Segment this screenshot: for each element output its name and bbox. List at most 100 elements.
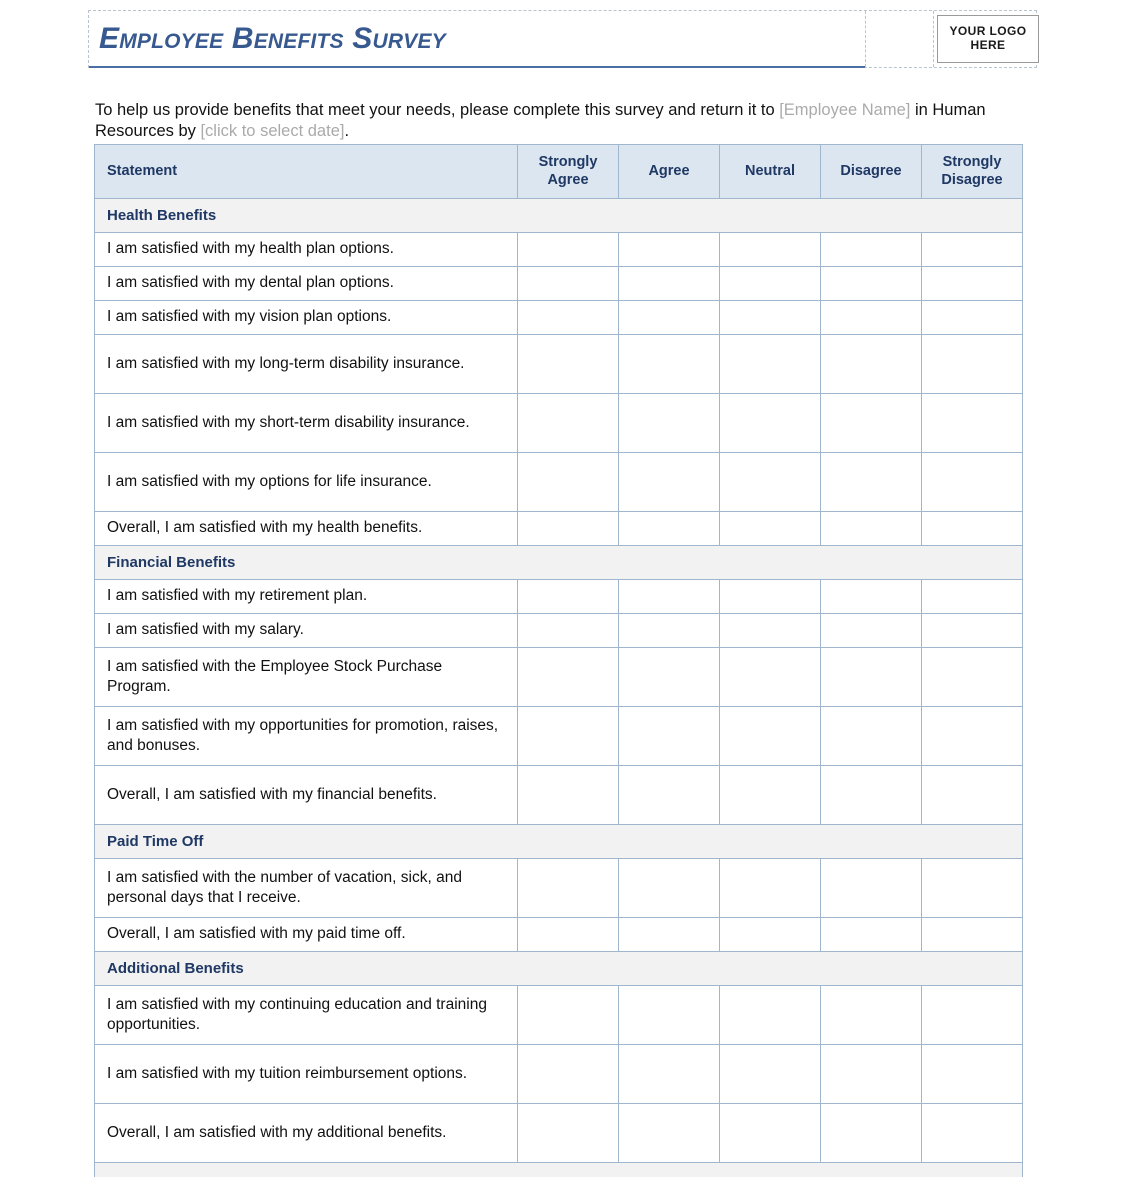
- answer-cell-neutral[interactable]: [720, 986, 821, 1045]
- answer-cell-strongly-disagree[interactable]: [922, 267, 1023, 301]
- answer-cell-agree[interactable]: [619, 648, 720, 707]
- answer-cell-agree[interactable]: [619, 512, 720, 546]
- logo-placeholder-box[interactable]: YOUR LOGO HERE: [937, 15, 1039, 63]
- answer-cell-neutral[interactable]: [720, 1104, 821, 1163]
- answer-cell-strongly-agree[interactable]: [518, 614, 619, 648]
- answer-cell-strongly-disagree[interactable]: [922, 335, 1023, 394]
- answer-cell-strongly-agree[interactable]: [518, 267, 619, 301]
- answer-cell-neutral[interactable]: [720, 512, 821, 546]
- answer-cell-strongly-agree[interactable]: [518, 918, 619, 952]
- answer-cell-neutral[interactable]: [720, 918, 821, 952]
- answer-cell-disagree[interactable]: [821, 1045, 922, 1104]
- section-header-cell: Additional Benefits: [95, 952, 1023, 986]
- logo-line-1: YOUR LOGO: [950, 25, 1027, 39]
- answer-cell-strongly-agree[interactable]: [518, 1104, 619, 1163]
- answer-cell-disagree[interactable]: [821, 648, 922, 707]
- statement-cell: I am satisfied with the number of vacati…: [95, 859, 518, 918]
- answer-cell-strongly-disagree[interactable]: [922, 707, 1023, 766]
- answer-cell-neutral[interactable]: [720, 648, 821, 707]
- answer-cell-neutral[interactable]: [720, 233, 821, 267]
- logo-cell[interactable]: YOUR LOGO HERE: [934, 11, 1042, 67]
- answer-cell-strongly-agree[interactable]: [518, 580, 619, 614]
- answer-cell-disagree[interactable]: [821, 394, 922, 453]
- answer-cell-strongly-agree[interactable]: [518, 453, 619, 512]
- logo-line-2: HERE: [971, 39, 1006, 53]
- answer-cell-disagree[interactable]: [821, 267, 922, 301]
- answer-cell-agree[interactable]: [619, 301, 720, 335]
- date-picker-field[interactable]: [click to select date]: [200, 122, 344, 140]
- answer-cell-strongly-disagree[interactable]: [922, 859, 1023, 918]
- statement-cell: I am satisfied with my health plan optio…: [95, 233, 518, 267]
- answer-cell-disagree[interactable]: [821, 233, 922, 267]
- employee-name-field[interactable]: [Employee Name]: [779, 101, 910, 119]
- answer-cell-agree[interactable]: [619, 766, 720, 825]
- answer-cell-disagree[interactable]: [821, 614, 922, 648]
- answer-cell-strongly-disagree[interactable]: [922, 580, 1023, 614]
- answer-cell-strongly-disagree[interactable]: [922, 512, 1023, 546]
- answer-cell-agree[interactable]: [619, 986, 720, 1045]
- answer-cell-strongly-agree[interactable]: [518, 335, 619, 394]
- answer-cell-agree[interactable]: [619, 859, 720, 918]
- answer-cell-neutral[interactable]: [720, 267, 821, 301]
- answer-cell-neutral[interactable]: [720, 766, 821, 825]
- answer-cell-strongly-disagree[interactable]: [922, 301, 1023, 335]
- answer-cell-strongly-agree[interactable]: [518, 707, 619, 766]
- answer-cell-strongly-agree[interactable]: [518, 648, 619, 707]
- section-title: Health Benefits: [95, 207, 216, 224]
- answer-cell-strongly-agree[interactable]: [518, 986, 619, 1045]
- answer-cell-agree[interactable]: [619, 707, 720, 766]
- answer-cell-disagree[interactable]: [821, 707, 922, 766]
- answer-cell-neutral[interactable]: [720, 1045, 821, 1104]
- answer-cell-strongly-disagree[interactable]: [922, 648, 1023, 707]
- answer-cell-strongly-disagree[interactable]: [922, 614, 1023, 648]
- intro-paragraph: To help us provide benefits that meet yo…: [95, 100, 1025, 144]
- answer-cell-disagree[interactable]: [821, 512, 922, 546]
- answer-cell-neutral[interactable]: [720, 580, 821, 614]
- answer-cell-agree[interactable]: [619, 918, 720, 952]
- answer-cell-agree[interactable]: [619, 614, 720, 648]
- answer-cell-neutral[interactable]: [720, 301, 821, 335]
- answer-cell-strongly-agree[interactable]: [518, 512, 619, 546]
- statement-cell: Overall, I am satisfied with my health b…: [95, 512, 518, 546]
- answer-cell-strongly-agree[interactable]: [518, 301, 619, 335]
- column-header-strongly-agree: Strongly Agree: [518, 145, 619, 199]
- answer-cell-agree[interactable]: [619, 453, 720, 512]
- answer-cell-strongly-disagree[interactable]: [922, 986, 1023, 1045]
- answer-cell-disagree[interactable]: [821, 766, 922, 825]
- answer-cell-neutral[interactable]: [720, 335, 821, 394]
- answer-cell-strongly-disagree[interactable]: [922, 1045, 1023, 1104]
- statement-cell: I am satisfied with my long-term disabil…: [95, 335, 518, 394]
- answer-cell-disagree[interactable]: [821, 453, 922, 512]
- answer-cell-strongly-disagree[interactable]: [922, 394, 1023, 453]
- answer-cell-strongly-disagree[interactable]: [922, 453, 1023, 512]
- answer-cell-agree[interactable]: [619, 233, 720, 267]
- answer-cell-agree[interactable]: [619, 580, 720, 614]
- answer-cell-disagree[interactable]: [821, 1104, 922, 1163]
- answer-cell-strongly-agree[interactable]: [518, 766, 619, 825]
- answer-cell-disagree[interactable]: [821, 335, 922, 394]
- answer-cell-neutral[interactable]: [720, 707, 821, 766]
- answer-cell-disagree[interactable]: [821, 301, 922, 335]
- answer-cell-disagree[interactable]: [821, 580, 922, 614]
- answer-cell-neutral[interactable]: [720, 859, 821, 918]
- answer-cell-strongly-agree[interactable]: [518, 1045, 619, 1104]
- answer-cell-neutral[interactable]: [720, 453, 821, 512]
- answer-cell-neutral[interactable]: [720, 614, 821, 648]
- answer-cell-agree[interactable]: [619, 1045, 720, 1104]
- answer-cell-disagree[interactable]: [821, 918, 922, 952]
- answer-cell-disagree[interactable]: [821, 859, 922, 918]
- answer-cell-strongly-disagree[interactable]: [922, 233, 1023, 267]
- answer-cell-strongly-agree[interactable]: [518, 394, 619, 453]
- answer-cell-strongly-agree[interactable]: [518, 859, 619, 918]
- answer-cell-agree[interactable]: [619, 335, 720, 394]
- answer-cell-strongly-disagree[interactable]: [922, 918, 1023, 952]
- answer-cell-agree[interactable]: [619, 394, 720, 453]
- answer-cell-strongly-agree[interactable]: [518, 233, 619, 267]
- answer-cell-strongly-disagree[interactable]: [922, 766, 1023, 825]
- answer-cell-agree[interactable]: [619, 267, 720, 301]
- table-header: Statement Strongly Agree Agree Neutral D…: [95, 145, 1023, 199]
- answer-cell-disagree[interactable]: [821, 986, 922, 1045]
- answer-cell-agree[interactable]: [619, 1104, 720, 1163]
- answer-cell-neutral[interactable]: [720, 394, 821, 453]
- answer-cell-strongly-disagree[interactable]: [922, 1104, 1023, 1163]
